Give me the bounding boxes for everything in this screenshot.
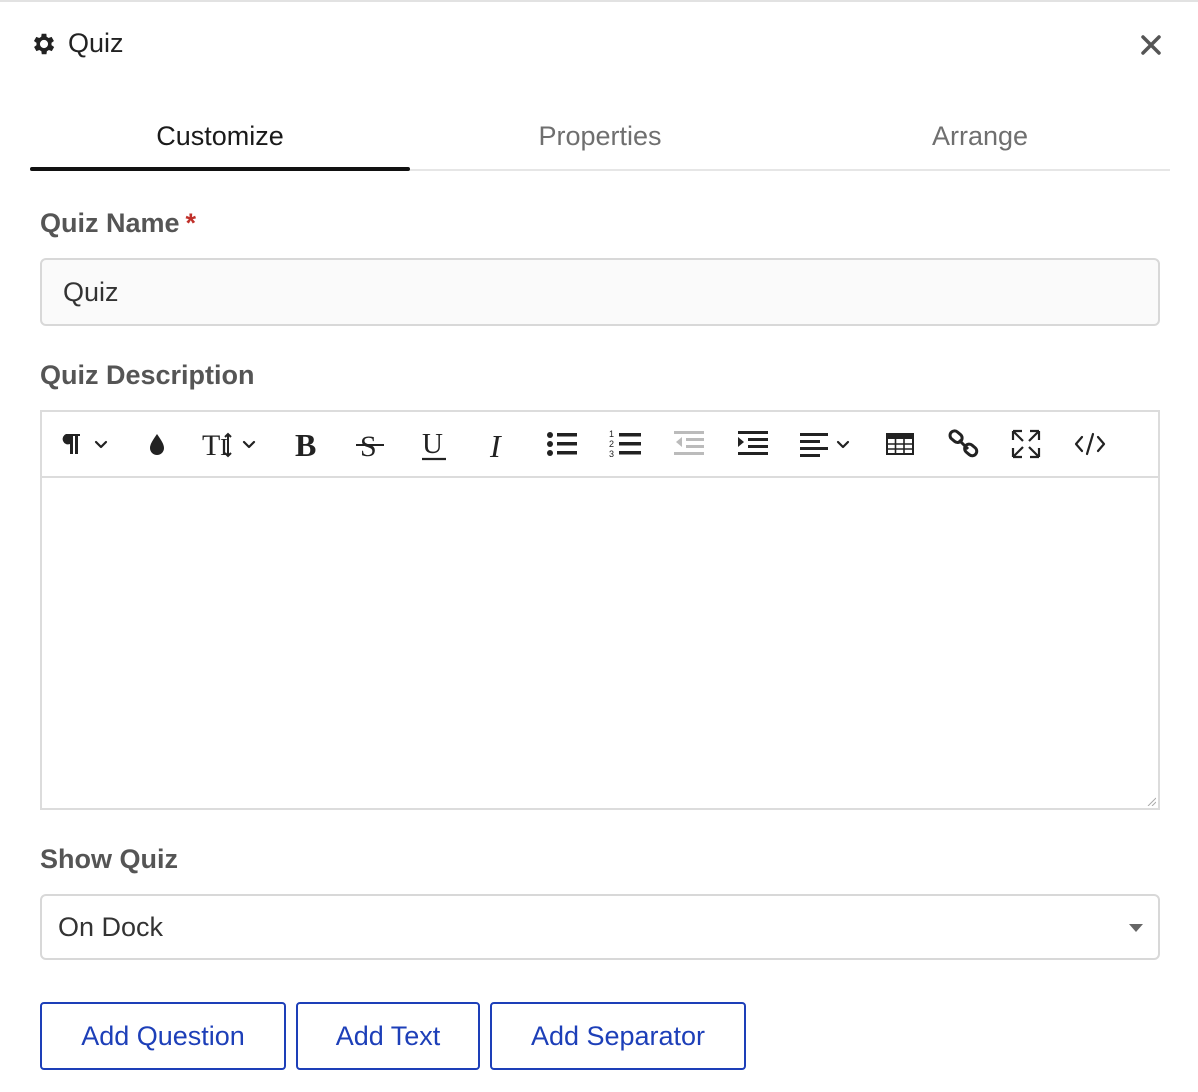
fullscreen-icon [1011,429,1041,459]
panel-title: Quiz [68,28,124,58]
resize-handle-icon[interactable] [1146,796,1156,806]
code-view-icon [1074,432,1106,456]
text-color-icon [150,434,164,455]
caret-down-icon [1129,924,1143,932]
panel-header: Quiz [30,28,124,59]
gear-icon [30,30,58,58]
quiz-settings-panel: Quiz Customize Properties Arrange Quiz N… [0,0,1198,1092]
svg-text:U: U [422,428,443,460]
outdent-button[interactable] [670,426,710,462]
strikethrough-icon: S [356,430,384,462]
indent-button[interactable] [734,426,774,462]
align-icon [800,433,850,457]
quiz-description-label: Quiz Description [40,360,255,390]
insert-link-button[interactable] [946,426,982,462]
quiz-name-label: Quiz Name * [40,208,196,239]
rich-text-editor: T I B S U I 1 2 3 [40,410,1160,810]
svg-text:B: B [295,427,316,462]
tab-customize[interactable]: Customize [30,102,410,171]
unordered-list-button[interactable] [542,426,582,462]
align-button[interactable] [796,426,856,462]
indent-icon [738,431,768,455]
svg-text:I: I [220,435,228,461]
required-marker: * [185,208,197,238]
add-question-button[interactable]: Add Question [40,1002,286,1070]
ordered-list-button[interactable]: 1 2 3 [606,426,646,462]
editor-content-area[interactable] [42,478,1158,808]
close-icon [1141,35,1161,55]
bold-icon: B [295,427,316,462]
svg-text:2: 2 [609,439,614,449]
underline-icon: U [422,428,446,461]
svg-text:I: I [489,428,502,462]
close-button[interactable] [1136,30,1166,60]
code-view-button[interactable] [1072,426,1108,462]
underline-button[interactable]: U [416,426,452,462]
insert-link-icon [948,429,979,458]
quiz-name-label-text: Quiz Name [40,208,180,238]
unordered-list-icon [547,432,577,456]
svg-text:1: 1 [609,429,614,439]
ordered-list-icon: 1 2 3 [609,429,641,459]
italic-button[interactable]: I [480,426,516,462]
show-quiz-select[interactable]: On Dock [40,894,1160,960]
svg-text:T: T [202,429,220,462]
show-quiz-label: Show Quiz [40,844,178,874]
insert-table-button[interactable] [882,426,918,462]
paragraph-format-button[interactable] [58,426,114,462]
add-text-button[interactable]: Add Text [296,1002,480,1070]
paragraph-format-icon [62,434,108,454]
svg-text:3: 3 [609,449,614,459]
quiz-name-input[interactable] [40,258,1160,326]
fullscreen-button[interactable] [1008,426,1044,462]
tab-arrange[interactable]: Arrange [790,102,1170,169]
outdent-icon [674,431,704,455]
add-separator-button[interactable]: Add Separator [490,1002,746,1070]
strikethrough-button[interactable]: S [352,426,388,462]
italic-icon: I [489,428,502,462]
tab-properties[interactable]: Properties [410,102,790,169]
bold-button[interactable]: B [288,426,324,462]
show-quiz-value: On Dock [58,912,164,942]
insert-table-icon [886,433,914,455]
font-size-button[interactable]: T I [198,426,262,462]
tab-bar: Customize Properties Arrange [30,102,1170,171]
editor-toolbar: T I B S U I 1 2 3 [42,412,1158,478]
font-size-icon: T I [202,429,256,462]
text-color-button[interactable] [140,426,174,462]
